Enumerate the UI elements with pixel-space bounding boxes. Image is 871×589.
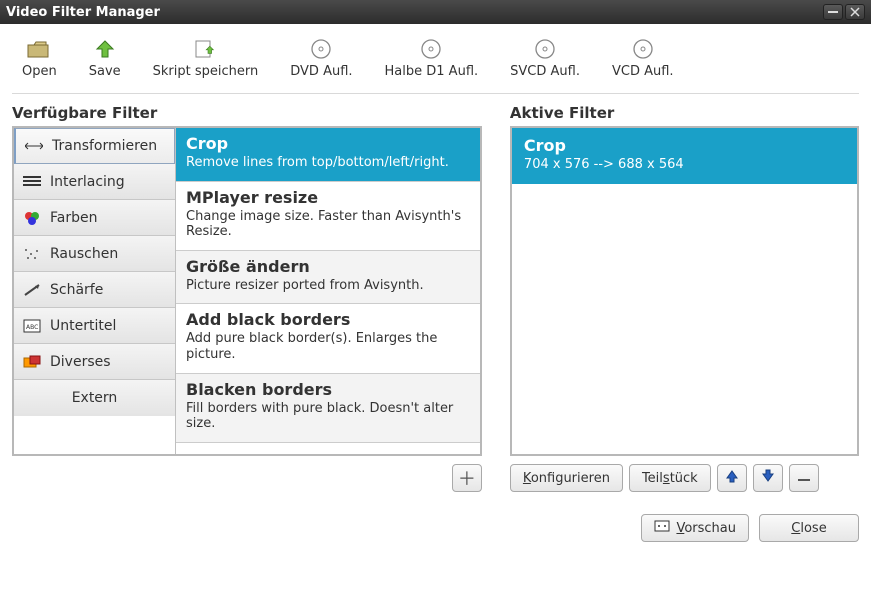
active-filter-name: Crop: [524, 136, 845, 155]
save-button[interactable]: Save: [89, 38, 121, 79]
svcd-aufl-button[interactable]: SVCD Aufl.: [510, 38, 580, 79]
arrow-up-icon: [725, 469, 739, 487]
arrow-down-icon: [761, 469, 775, 487]
toolbar-label: Open: [22, 64, 57, 79]
active-filter-crop[interactable]: Crop 704 x 576 --> 688 x 564: [512, 128, 857, 184]
close-window-button[interactable]: [845, 4, 865, 20]
halbe-d1-aufl-button[interactable]: Halbe D1 Aufl.: [385, 38, 479, 79]
category-extern[interactable]: Extern: [14, 380, 175, 416]
disc-icon: [307, 38, 335, 60]
category-untertitel[interactable]: ABC Untertitel: [14, 308, 175, 344]
filter-name: Add black borders: [186, 310, 470, 329]
save-icon: [91, 38, 119, 60]
remove-filter-button[interactable]: [789, 464, 819, 492]
filter-item-crop[interactable]: Crop Remove lines from top/bottom/left/r…: [176, 128, 480, 182]
category-label: Extern: [72, 390, 118, 406]
category-farben[interactable]: Farben: [14, 200, 175, 236]
category-label: Farben: [50, 210, 97, 226]
open-button[interactable]: Open: [22, 38, 57, 79]
disc-icon: [629, 38, 657, 60]
filter-desc: Change image size. Faster than Avisynth'…: [186, 209, 470, 240]
available-filters-heading: Verfügbare Filter: [12, 104, 482, 122]
misc-icon: [22, 353, 42, 371]
dvd-aufl-button[interactable]: DVD Aufl.: [290, 38, 352, 79]
toolbar-label: Halbe D1 Aufl.: [385, 64, 479, 79]
category-label: Schärfe: [50, 282, 103, 298]
filter-item-mplayer-resize[interactable]: MPlayer resize Change image size. Faster…: [176, 182, 480, 251]
teilstueck-button[interactable]: Teilstück: [629, 464, 711, 492]
colors-icon: [22, 209, 42, 227]
window-title: Video Filter Manager: [6, 5, 823, 20]
minimize-button[interactable]: [823, 4, 843, 20]
subtitle-icon: ABC: [22, 317, 42, 335]
active-filters-heading: Aktive Filter: [510, 104, 859, 122]
plus-icon: ＋: [458, 465, 476, 491]
add-filter-button[interactable]: ＋: [452, 464, 482, 492]
filter-item-add-black-borders[interactable]: Add black borders Add pure black border(…: [176, 304, 480, 373]
minus-icon: [797, 471, 811, 486]
titlebar: Video Filter Manager: [0, 0, 871, 24]
transform-icon: [24, 137, 44, 155]
vorschau-button[interactable]: Vorschau: [641, 514, 749, 542]
category-label: Interlacing: [50, 174, 125, 190]
filter-desc: Add pure black border(s). Enlarges the p…: [186, 331, 470, 362]
toolbar-label: Save: [89, 64, 121, 79]
move-down-button[interactable]: [753, 464, 783, 492]
filter-name: Crop: [186, 134, 470, 153]
active-filters-box: Crop 704 x 576 --> 688 x 564: [510, 126, 859, 456]
category-label: Untertitel: [50, 318, 116, 334]
active-filter-desc: 704 x 576 --> 688 x 564: [524, 157, 845, 172]
konfigurieren-button[interactable]: Konfigurieren: [510, 464, 623, 492]
vcd-aufl-button[interactable]: VCD Aufl.: [612, 38, 674, 79]
sharpen-icon: [22, 281, 42, 299]
folder-open-icon: [25, 38, 53, 60]
toolbar-label: VCD Aufl.: [612, 64, 674, 79]
category-label: Rauschen: [50, 246, 118, 262]
category-diverses[interactable]: Diverses: [14, 344, 175, 380]
category-interlacing[interactable]: Interlacing: [14, 164, 175, 200]
toolbar-label: DVD Aufl.: [290, 64, 352, 79]
close-button[interactable]: Close: [759, 514, 859, 542]
filter-item-groesse-aendern[interactable]: Größe ändern Picture resizer ported from…: [176, 251, 480, 305]
available-filters-box: Transformieren Interlacing Farben Rausch…: [12, 126, 482, 456]
category-list: Transformieren Interlacing Farben Rausch…: [14, 128, 176, 454]
filter-name: Blacken borders: [186, 380, 470, 399]
filter-item-blacken-borders[interactable]: Blacken borders Fill borders with pure b…: [176, 374, 480, 443]
filter-name: MPlayer resize: [186, 188, 470, 207]
filter-name: Größe ändern: [186, 257, 470, 276]
category-label: Diverses: [50, 354, 111, 370]
preview-icon: [654, 520, 670, 536]
toolbar: Open Save Skript speichern DVD Aufl. Hal…: [12, 32, 859, 94]
move-up-button[interactable]: [717, 464, 747, 492]
svg-text:ABC: ABC: [26, 324, 38, 331]
category-transformieren[interactable]: Transformieren: [14, 128, 175, 164]
noise-icon: [22, 245, 42, 263]
filter-desc: Fill borders with pure black. Doesn't al…: [186, 401, 470, 432]
filter-list[interactable]: Crop Remove lines from top/bottom/left/r…: [176, 128, 480, 454]
disc-icon: [417, 38, 445, 60]
category-schaerfe[interactable]: Schärfe: [14, 272, 175, 308]
filter-desc: Remove lines from top/bottom/left/right.: [186, 155, 470, 171]
interlace-icon: [22, 173, 42, 191]
category-label: Transformieren: [52, 138, 157, 154]
skript-speichern-button[interactable]: Skript speichern: [153, 38, 259, 79]
category-rauschen[interactable]: Rauschen: [14, 236, 175, 272]
filter-desc: Picture resizer ported from Avisynth.: [186, 278, 470, 294]
script-save-icon: [191, 38, 219, 60]
disc-icon: [531, 38, 559, 60]
toolbar-label: SVCD Aufl.: [510, 64, 580, 79]
toolbar-label: Skript speichern: [153, 64, 259, 79]
